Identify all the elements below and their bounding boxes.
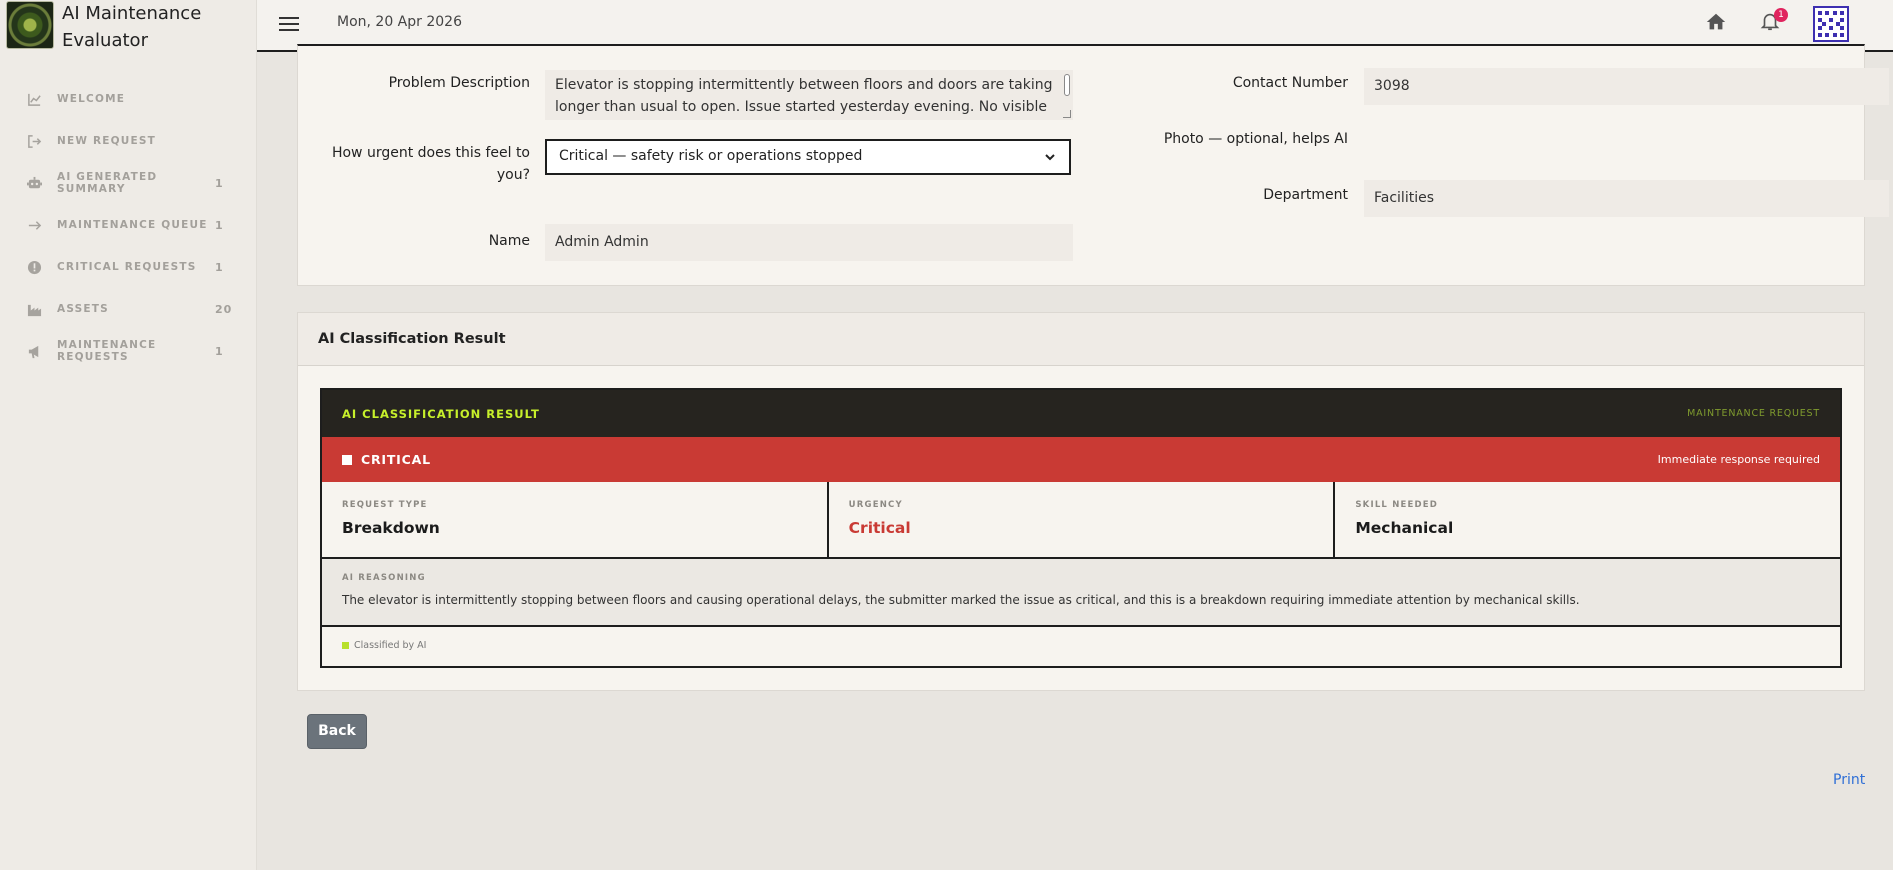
panel-title: AI Classification Result	[298, 313, 1864, 366]
sidebar-item-maintenance-requests[interactable]: MAINTENANCE REQUESTS 1	[0, 330, 257, 372]
textarea-scrollbar[interactable]	[1064, 74, 1070, 96]
critical-square-icon	[342, 454, 352, 465]
urgency-result-value: Critical	[848, 519, 911, 537]
name-label: Name	[488, 233, 530, 249]
urgency-select[interactable]: Critical — safety risk or operations sto…	[545, 139, 1071, 175]
sidebar-item-critical-requests[interactable]: CRITICAL REQUESTS 1	[0, 246, 257, 288]
industry-icon	[26, 301, 42, 317]
urgency-result-label: URGENCY	[848, 500, 903, 510]
classification-result-box: AI CLASSIFICATION RESULT MAINTENANCE REQ…	[320, 388, 1842, 668]
sidebar-item-maintenance-queue[interactable]: MAINTENANCE QUEUE 1	[0, 204, 257, 246]
critical-banner: CRITICAL Immediate response required	[322, 437, 1840, 482]
notification-count-badge: 1	[1774, 8, 1788, 22]
sidebar-item-label: MAINTENANCE QUEUE	[57, 219, 208, 231]
request-form-card: Problem Description Elevator is stopping…	[297, 44, 1889, 286]
critical-level: CRITICAL	[361, 452, 431, 467]
chart-line-icon	[26, 91, 42, 107]
result-footer: Classified by AI	[322, 627, 1840, 664]
problem-description-textarea[interactable]: Elevator is stopping intermittently betw…	[545, 70, 1073, 120]
result-details-grid: REQUEST TYPE Breakdown URGENCY Critical …	[322, 482, 1840, 559]
critical-note: Immediate response required	[1657, 453, 1820, 466]
problem-description-label: Problem Description	[388, 75, 530, 91]
photo-label: Photo — optional, helps AI	[1163, 131, 1348, 147]
exclamation-circle-icon	[26, 259, 42, 275]
chevron-down-icon	[1045, 154, 1055, 161]
bullhorn-icon	[26, 343, 42, 359]
skill-needed-label: SKILL NEEDED	[1355, 500, 1439, 510]
textarea-resize-handle[interactable]	[1063, 110, 1071, 118]
sidebar-item-count: 1	[215, 218, 224, 232]
app-logo	[6, 1, 54, 49]
sidebar-nav: WELCOME NEW REQUEST AI GENERATED SUMMARY…	[0, 78, 257, 372]
contact-number-label: Contact Number	[1232, 75, 1348, 91]
sidebar-item-new-request[interactable]: NEW REQUEST	[0, 120, 257, 162]
skill-needed-cell: SKILL NEEDED Mechanical	[1335, 482, 1840, 557]
status-dot-icon	[342, 642, 349, 649]
print-link[interactable]: Print	[1833, 772, 1865, 788]
notifications-bell-icon[interactable]: 1	[1759, 8, 1788, 36]
department-label: Department	[1263, 187, 1348, 203]
request-type-label: REQUEST TYPE	[342, 500, 428, 510]
sidebar-item-label: ASSETS	[57, 303, 109, 315]
request-type-cell: REQUEST TYPE Breakdown	[322, 482, 829, 557]
ai-classification-panel: AI Classification Result AI CLASSIFICATI…	[297, 312, 1865, 691]
ai-reasoning-text: The elevator is intermittently stopping …	[342, 593, 1580, 607]
sidebar-item-label: WELCOME	[57, 93, 126, 105]
name-field[interactable]: Admin Admin	[545, 224, 1073, 261]
sidebar-item-count: 1	[215, 176, 224, 190]
home-icon[interactable]	[1705, 11, 1731, 37]
sidebar-item-ai-generated-summary[interactable]: AI GENERATED SUMMARY 1	[0, 162, 257, 204]
sidebar-item-welcome[interactable]: WELCOME	[0, 78, 257, 120]
sidebar-item-count: 20	[215, 302, 233, 316]
result-header: AI CLASSIFICATION RESULT MAINTENANCE REQ…	[322, 390, 1840, 437]
skill-needed-value: Mechanical	[1355, 519, 1454, 537]
robot-icon	[26, 175, 42, 191]
sign-in-icon	[26, 133, 42, 149]
arrow-right-icon	[26, 217, 42, 233]
current-date: Mon, 20 Apr 2026	[337, 14, 462, 30]
sidebar-item-label: AI GENERATED SUMMARY	[57, 171, 158, 195]
main-content: Problem Description Elevator is stopping…	[257, 44, 1893, 870]
result-header-subtitle: MAINTENANCE REQUEST	[1687, 408, 1820, 419]
request-type-value: Breakdown	[342, 519, 440, 537]
menu-toggle-icon[interactable]	[277, 14, 301, 34]
urgency-cell: URGENCY Critical	[829, 482, 1336, 557]
sidebar-item-count: 1	[215, 344, 224, 358]
urgency-label: How urgent does this feel to you?	[331, 145, 530, 183]
ai-reasoning-section: AI REASONING The elevator is intermitten…	[322, 559, 1840, 627]
sidebar-item-count: 1	[215, 260, 224, 274]
result-header-title: AI CLASSIFICATION RESULT	[342, 406, 540, 421]
department-field[interactable]: Facilities	[1364, 180, 1889, 217]
back-button[interactable]: Back	[307, 714, 367, 749]
sidebar-item-label: CRITICAL REQUESTS	[57, 261, 197, 273]
sidebar-item-label: MAINTENANCE REQUESTS	[57, 339, 157, 363]
brand[interactable]: AI Maintenance Evaluator	[6, 0, 212, 52]
problem-description-value: Elevator is stopping intermittently betw…	[555, 77, 1053, 115]
sidebar: AI Maintenance Evaluator WELCOME NEW REQ…	[0, 0, 257, 870]
contact-number-field[interactable]: 3098	[1364, 68, 1889, 105]
sidebar-item-label: NEW REQUEST	[57, 135, 157, 147]
ai-reasoning-label: AI REASONING	[342, 573, 426, 583]
sidebar-item-assets[interactable]: ASSETS 20	[0, 288, 257, 330]
urgency-selected-value: Critical — safety risk or operations sto…	[559, 148, 863, 164]
app-title: AI Maintenance Evaluator	[62, 3, 202, 51]
classified-by-text: Classified by AI	[354, 640, 427, 651]
user-avatar-icon[interactable]	[1813, 6, 1849, 42]
